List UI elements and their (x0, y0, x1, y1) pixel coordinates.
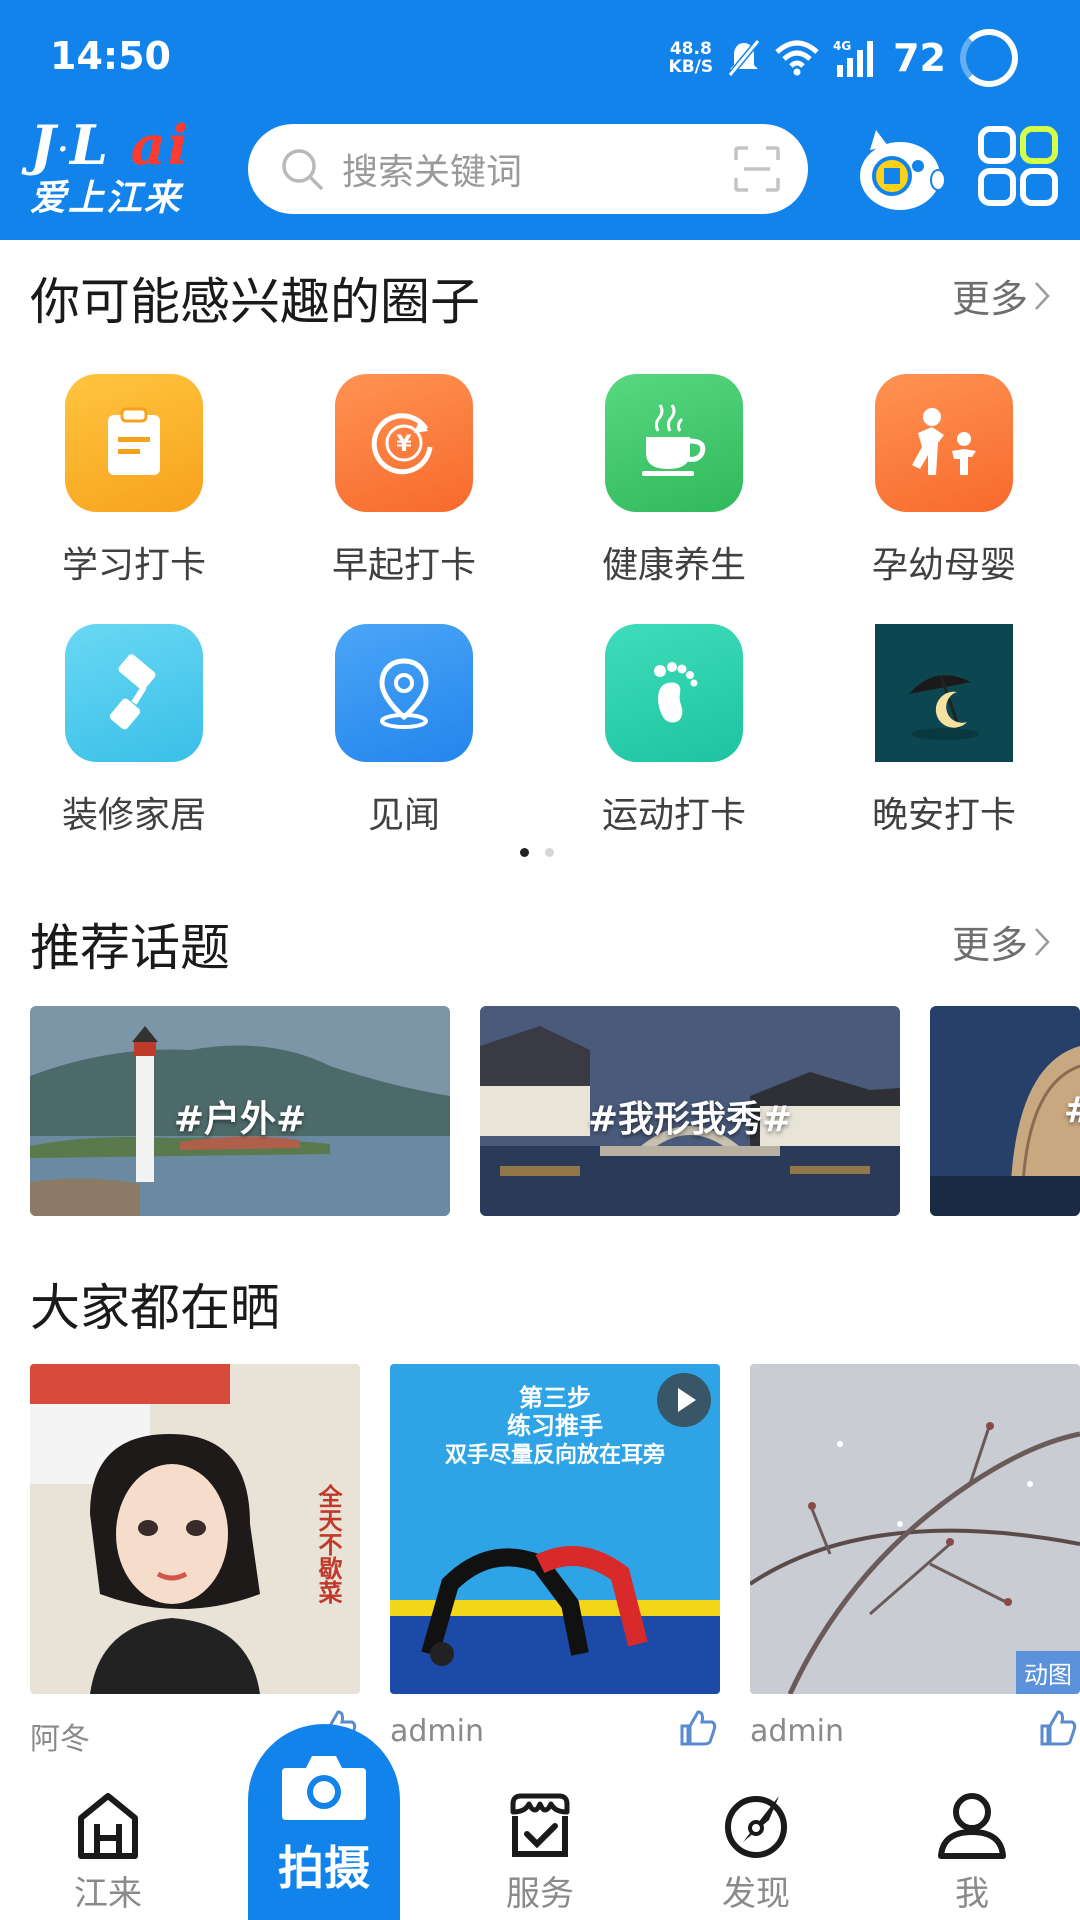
post-meta: admin (750, 1694, 1080, 1754)
circle-home-decor[interactable]: 装修家居 (34, 624, 234, 838)
topic-label: #户外# (173, 1099, 307, 1140)
search-bar[interactable]: 搜索关键词 (248, 124, 808, 214)
cartoon-portrait-image: 全天不歇菜 (30, 1364, 360, 1694)
circle-label: 装修家居 (61, 795, 206, 836)
camera-icon (282, 1756, 366, 1820)
status-icons: 48.8 KB/S 4G 72 (669, 28, 1018, 88)
logo-wordmark: J·L ai (30, 113, 191, 177)
post-card[interactable]: 动图 admin (750, 1364, 1080, 1754)
status-time: 14:50 (50, 34, 171, 78)
pager-dot-active (520, 848, 529, 857)
service-icon (510, 1793, 570, 1857)
nav-label: 服务 (506, 1874, 574, 1914)
post-username[interactable]: admin (390, 1714, 484, 1749)
svg-text:全天不歇菜: 全天不歇菜 (314, 1483, 343, 1604)
parent-child-icon (875, 374, 1013, 512)
scan-icon[interactable] (734, 146, 780, 192)
pager-dot (545, 848, 554, 857)
app-logo[interactable]: J·L ai 爱上江来 (30, 113, 220, 219)
nav-item-service[interactable]: 服务 (470, 1760, 610, 1915)
battery-ring-icon (960, 29, 1018, 87)
circle-label: 早起打卡 (331, 545, 476, 586)
svg-text:4G: 4G (833, 39, 851, 53)
topic-label: # (1064, 1090, 1080, 1131)
circle-early-rise-checkin[interactable]: ¥ 早起打卡 (304, 374, 504, 588)
nav-item-home[interactable]: 江来 (38, 1760, 178, 1915)
svg-text:练习推手: 练习推手 (507, 1412, 603, 1440)
circle-label: 运动打卡 (601, 795, 746, 836)
nav-label: 江来 (74, 1874, 142, 1914)
snowy-branches-image (750, 1364, 1080, 1694)
post-card[interactable]: 第三步 练习推手 双手尽量反向放在耳旁 admin (390, 1364, 720, 1754)
circle-sport-checkin[interactable]: 运动打卡 (574, 624, 774, 838)
circle-news[interactable]: 见闻 (304, 624, 504, 838)
topic-card-style[interactable]: #我形我秀# (480, 1006, 900, 1216)
paint-roller-icon (65, 624, 203, 762)
thumbs-up-icon[interactable] (1038, 1708, 1078, 1748)
nav-item-shoot[interactable]: 拍摄 (248, 1724, 400, 1920)
circles-more-link[interactable]: 更多 (952, 268, 1050, 323)
topics-title: 推荐话题 (30, 919, 230, 977)
circle-parenting[interactable]: 孕幼母婴 (844, 374, 1044, 588)
circle-label: 学习打卡 (61, 545, 206, 586)
moon-umbrella-image (875, 624, 1013, 762)
tea-cup-icon (605, 374, 743, 512)
compass-icon (725, 1796, 787, 1858)
post-card[interactable]: 全天不歇菜 阿冬 (30, 1364, 360, 1757)
logo-name: 爱上江来 (30, 177, 183, 219)
circle-health-checkin[interactable]: 健康养生 (574, 374, 774, 588)
yen-refresh-icon: ¥ (335, 374, 473, 512)
mute-bell-icon (727, 39, 761, 77)
topic-card-partial[interactable]: # (930, 1006, 1080, 1216)
app-root: 14:50 48.8 KB/S 4G 72 J·L ai 爱上江来 搜索关键词 … (0, 0, 1080, 1920)
battery-level: 72 (893, 36, 946, 80)
top-bar: 14:50 48.8 KB/S 4G 72 J·L ai 爱上江来 搜索关键词 (0, 0, 1080, 240)
svg-text:¥: ¥ (396, 432, 412, 457)
footprint-icon (605, 624, 743, 762)
thumbs-up-icon[interactable] (678, 1708, 718, 1748)
location-pin-icon (335, 624, 473, 762)
chevron-right-icon (1035, 927, 1050, 956)
circle-label: 见闻 (367, 795, 440, 836)
net-speed: 48.8 KB/S (668, 39, 714, 77)
post-username[interactable]: 阿冬 (30, 1714, 90, 1758)
nav-label: 发现 (722, 1874, 790, 1914)
post-image: 第三步 练习推手 双手尽量反向放在耳旁 (390, 1364, 720, 1694)
circle-study-checkin[interactable]: 学习打卡 (34, 374, 234, 588)
dome-building-image (930, 1006, 1080, 1216)
search-input[interactable]: 搜索关键词 (342, 143, 734, 195)
user-icon (938, 1793, 1006, 1859)
topic-card-outdoor[interactable]: #户外# (30, 1006, 450, 1216)
grid-menu-icon[interactable] (978, 126, 1058, 206)
post-image: 动图 (750, 1364, 1080, 1694)
nav-item-me[interactable]: 我 (902, 1760, 1042, 1915)
chevron-right-icon (1035, 281, 1050, 310)
svg-text:第三步: 第三步 (519, 1384, 591, 1412)
topic-label: #我形我秀# (587, 1099, 793, 1140)
circles-title: 你可能感兴趣的圈子 (30, 273, 480, 331)
circle-label: 健康养生 (601, 545, 746, 586)
play-icon[interactable] (656, 1372, 712, 1428)
clipboard-icon (65, 374, 203, 512)
post-image: 全天不歇菜 (30, 1364, 360, 1694)
posts-title: 大家都在晒 (30, 1279, 280, 1337)
nav-label: 拍摄 (278, 1841, 370, 1895)
bottom-nav: 江来 服务 发现 我 (0, 1760, 1080, 1920)
post-meta: admin (390, 1694, 720, 1754)
search-icon (282, 149, 323, 190)
post-username[interactable]: admin (750, 1714, 844, 1749)
nav-label: 我 (955, 1874, 989, 1914)
topics-more-link[interactable]: 更多 (952, 914, 1050, 969)
nav-item-discover[interactable]: 发现 (686, 1760, 826, 1915)
circle-label: 孕幼母婴 (871, 545, 1016, 586)
svg-text:双手尽量反向放在耳旁: 双手尽量反向放在耳旁 (445, 1442, 665, 1468)
home-icon (78, 1793, 138, 1859)
circles-pager (520, 848, 554, 857)
gif-badge: 动图 (1016, 1651, 1080, 1694)
circle-label: 晚安打卡 (871, 795, 1016, 836)
mascot-icon[interactable] (852, 124, 948, 216)
signal-icon: 4G (833, 39, 874, 77)
wifi-icon (775, 40, 819, 76)
circle-goodnight-checkin[interactable]: 晚安打卡 (844, 624, 1044, 838)
